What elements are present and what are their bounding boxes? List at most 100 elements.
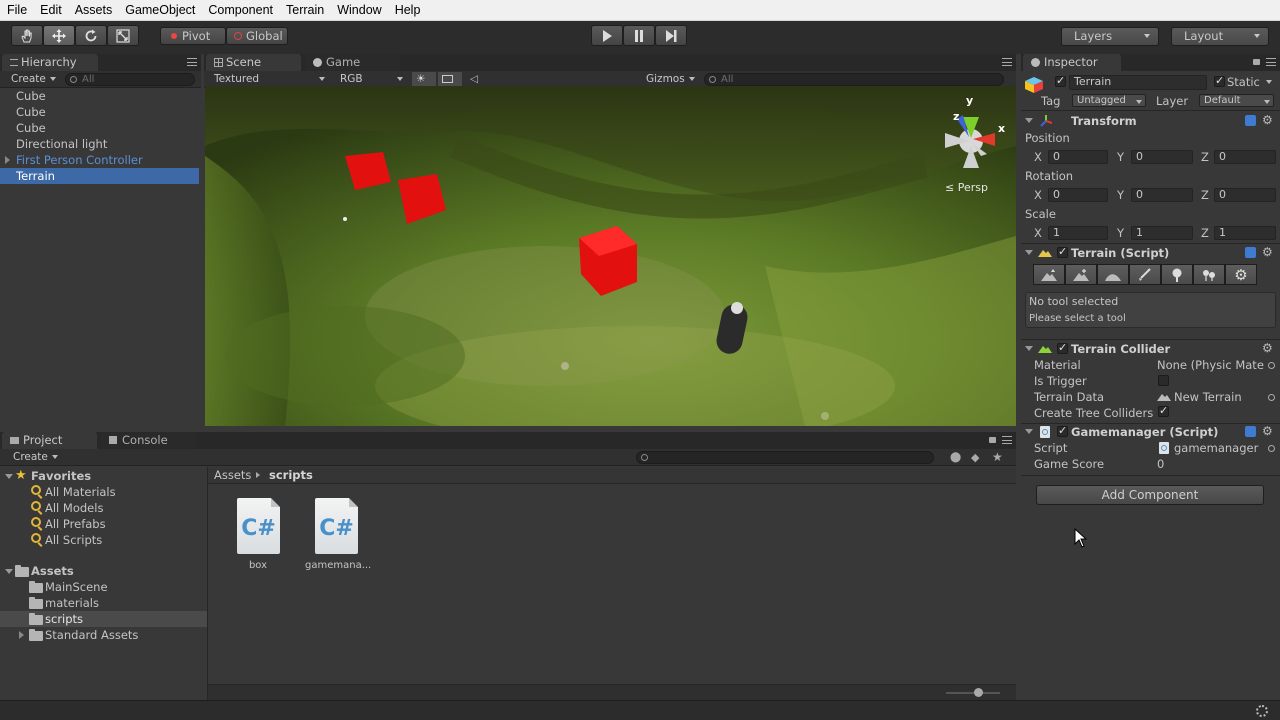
rotation-z-input[interactable]: 0 <box>1214 188 1276 202</box>
scale-x-input[interactable]: 1 <box>1048 226 1108 240</box>
active-checkbox[interactable] <box>1055 74 1066 87</box>
favorite-item[interactable]: All Prefabs <box>0 516 207 532</box>
material-field[interactable]: None (Physic Mater <box>1157 358 1264 372</box>
play-button[interactable] <box>591 25 623 46</box>
gear-icon[interactable]: ⚙ <box>1262 342 1274 354</box>
lock-icon[interactable] <box>989 437 996 443</box>
favorite-item[interactable]: All Materials <box>0 484 207 500</box>
lock-icon[interactable] <box>1253 59 1260 65</box>
object-name-input[interactable]: Terrain <box>1069 75 1207 90</box>
layer-dropdown[interactable]: Default <box>1199 94 1274 107</box>
paint-texture-tool[interactable] <box>1129 264 1161 285</box>
help-book-icon[interactable] <box>1245 115 1256 126</box>
tag-dropdown[interactable]: Untagged <box>1072 94 1146 107</box>
terrain-settings-tool[interactable]: ⚙ <box>1225 264 1257 285</box>
asset-file[interactable]: C# box <box>233 498 283 578</box>
position-y-input[interactable]: 0 <box>1131 150 1193 164</box>
hierarchy-item[interactable]: Cube <box>0 120 201 136</box>
position-x-input[interactable]: 0 <box>1048 150 1108 164</box>
panel-menu-icon[interactable] <box>187 58 197 66</box>
gamemanager-header[interactable]: Gamemanager (Script) ⚙ <box>1021 424 1280 440</box>
hierarchy-item[interactable]: Cube <box>0 104 201 120</box>
tab-scene[interactable]: Scene <box>206 54 301 71</box>
hierarchy-item-selected[interactable]: Terrain <box>0 168 199 184</box>
global-toggle[interactable]: Global <box>226 27 288 45</box>
menu-component[interactable]: Component <box>201 0 279 21</box>
asset-file[interactable]: C# gamemana... <box>305 498 371 578</box>
position-z-input[interactable]: 0 <box>1214 150 1276 164</box>
scale-tool-button[interactable] <box>107 25 139 46</box>
smooth-height-tool[interactable] <box>1097 264 1129 285</box>
help-book-icon[interactable] <box>1245 247 1256 258</box>
script-field[interactable]: gamemanager <box>1174 441 1258 455</box>
breadcrumb-root[interactable]: Assets <box>214 468 251 482</box>
folder-item-selected[interactable]: scripts <box>0 611 207 627</box>
paint-height-tool[interactable] <box>1065 264 1097 285</box>
object-picker-icon[interactable] <box>1268 362 1275 369</box>
favorites-header[interactable]: ★ Favorites <box>0 468 207 484</box>
folder-item[interactable]: materials <box>0 595 207 611</box>
object-picker-icon[interactable] <box>1268 394 1275 401</box>
tree-colliders-checkbox[interactable] <box>1158 404 1169 417</box>
audio-toggle[interactable]: ◁ <box>466 72 488 87</box>
favorite-item[interactable]: All Scripts <box>0 532 207 548</box>
hierarchy-item[interactable]: Cube <box>0 88 201 104</box>
is-trigger-checkbox[interactable] <box>1158 375 1169 386</box>
menu-gameobject[interactable]: GameObject <box>118 0 201 21</box>
terrain-collider-header[interactable]: Terrain Collider ⚙ <box>1021 341 1280 357</box>
favorite-item[interactable]: All Models <box>0 500 207 516</box>
expand-arrow-icon[interactable] <box>19 631 24 639</box>
perspective-label[interactable]: ≤ Persp <box>945 181 988 194</box>
star-icon[interactable]: ★ <box>992 450 1004 464</box>
help-book-icon[interactable] <box>1245 426 1256 437</box>
gizmos-dropdown[interactable]: Gizmos <box>642 72 698 87</box>
enabled-checkbox[interactable] <box>1057 341 1068 354</box>
project-search-input[interactable] <box>636 451 934 464</box>
menu-edit[interactable]: Edit <box>33 0 68 21</box>
icon-size-slider[interactable] <box>946 688 1000 697</box>
pivot-toggle[interactable]: Pivot <box>160 27 226 45</box>
create-dropdown[interactable]: Create <box>7 72 59 87</box>
folder-item[interactable]: MainScene <box>0 579 207 595</box>
color-mode-dropdown[interactable]: RGB <box>336 72 406 87</box>
skybox-toggle[interactable] <box>438 72 462 87</box>
filter-type-icon[interactable]: ⬤ <box>950 452 962 463</box>
terrain-data-field[interactable]: New Terrain <box>1174 390 1242 404</box>
terrain-script-header[interactable]: Terrain (Script) ⚙ <box>1021 245 1280 261</box>
render-mode-dropdown[interactable]: Textured <box>210 72 328 87</box>
place-trees-tool[interactable] <box>1161 264 1193 285</box>
tab-game[interactable]: Game <box>305 54 400 71</box>
create-dropdown[interactable]: Create <box>9 450 61 465</box>
slider-thumb[interactable] <box>974 688 983 697</box>
menu-help[interactable]: Help <box>388 0 427 21</box>
transform-header[interactable]: Transform ⚙ <box>1021 113 1280 129</box>
rotation-x-input[interactable]: 0 <box>1048 188 1108 202</box>
rotation-y-input[interactable]: 0 <box>1131 188 1193 202</box>
rotate-tool-button[interactable] <box>75 25 107 46</box>
menu-file[interactable]: File <box>0 0 33 21</box>
tab-hierarchy[interactable]: Hierarchy <box>2 54 98 71</box>
object-picker-icon[interactable] <box>1268 445 1275 452</box>
panel-menu-icon[interactable] <box>1002 436 1012 444</box>
layout-dropdown[interactable]: Layout <box>1171 27 1269 46</box>
tag-icon[interactable]: ◆ <box>971 451 983 464</box>
raise-lower-terrain-tool[interactable] <box>1033 264 1065 285</box>
scene-search-input[interactable]: All <box>704 73 1004 86</box>
enabled-checkbox[interactable] <box>1057 424 1068 437</box>
game-score-field[interactable]: 0 <box>1157 457 1164 471</box>
move-tool-button[interactable] <box>43 25 75 46</box>
chevron-down-icon[interactable] <box>1266 80 1272 84</box>
breadcrumb-current[interactable]: scripts <box>269 468 313 482</box>
expand-arrow-icon[interactable] <box>5 156 10 164</box>
tab-console[interactable]: Console <box>101 432 196 449</box>
hierarchy-item-prefab[interactable]: First Person Controller <box>0 152 201 168</box>
tab-inspector[interactable]: Inspector <box>1023 54 1121 71</box>
lighting-toggle[interactable]: ☀ <box>412 72 436 87</box>
tab-project[interactable]: Project <box>2 432 97 449</box>
add-component-button[interactable]: Add Component <box>1036 485 1264 505</box>
scale-z-input[interactable]: 1 <box>1214 226 1276 240</box>
static-checkbox[interactable] <box>1214 74 1225 87</box>
step-button[interactable] <box>655 25 687 46</box>
menu-assets[interactable]: Assets <box>68 0 119 21</box>
scale-y-input[interactable]: 1 <box>1131 226 1193 240</box>
